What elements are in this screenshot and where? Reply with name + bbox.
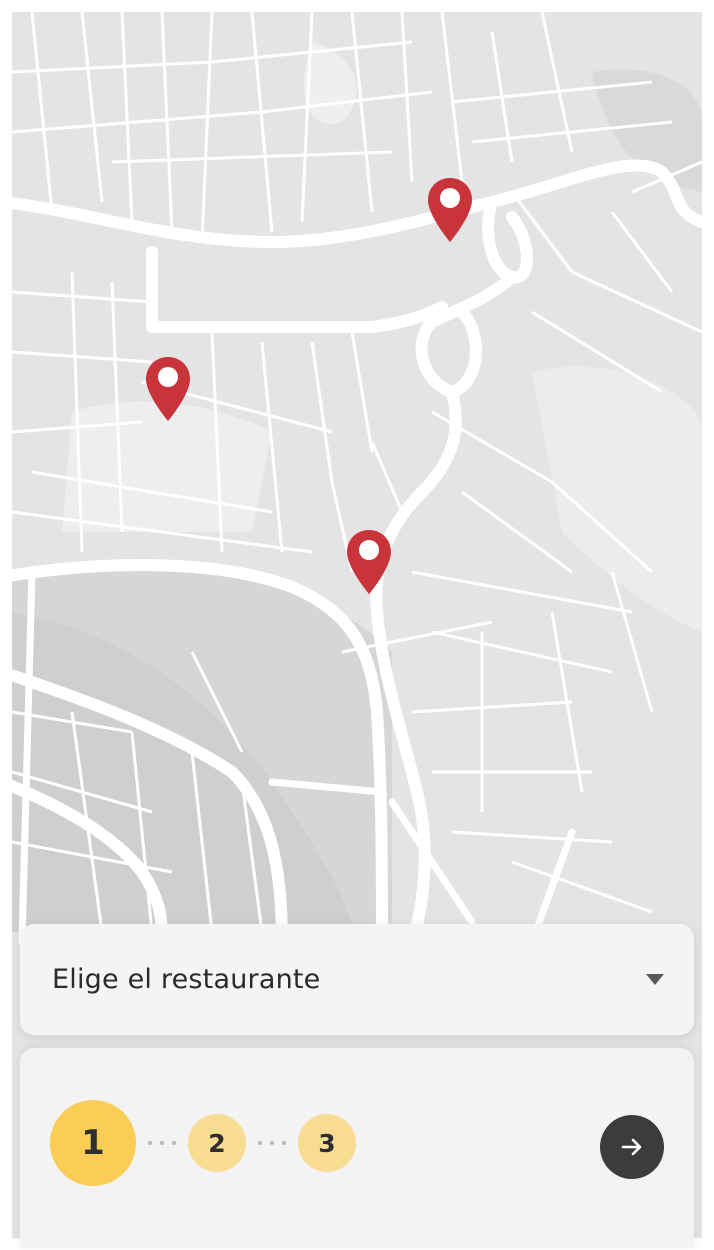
restaurant-select-label: Elige el restaurante xyxy=(52,964,321,995)
caret-down-icon xyxy=(646,974,664,985)
stepper-panel: 1 2 3 xyxy=(20,1048,694,1248)
map-pin-1[interactable] xyxy=(426,176,474,246)
next-button[interactable] xyxy=(600,1115,664,1179)
stepper: 1 2 3 xyxy=(50,1100,356,1186)
map-pin-icon xyxy=(347,530,391,594)
map-pin-icon xyxy=(146,357,190,421)
restaurant-picker-screen: Elige el restaurante 1 2 3 xyxy=(0,0,714,1250)
map-pin-3[interactable] xyxy=(345,528,393,598)
arrow-right-icon xyxy=(621,1138,642,1156)
step-connector xyxy=(148,1141,176,1145)
step-connector xyxy=(258,1141,286,1145)
step-2-indicator: 2 xyxy=(188,1114,246,1172)
step-1-indicator: 1 xyxy=(50,1100,136,1186)
restaurant-select[interactable]: Elige el restaurante xyxy=(20,924,694,1035)
step-3-indicator: 3 xyxy=(298,1114,356,1172)
map-pin-2[interactable] xyxy=(144,355,192,425)
map-pin-icon xyxy=(428,178,472,242)
